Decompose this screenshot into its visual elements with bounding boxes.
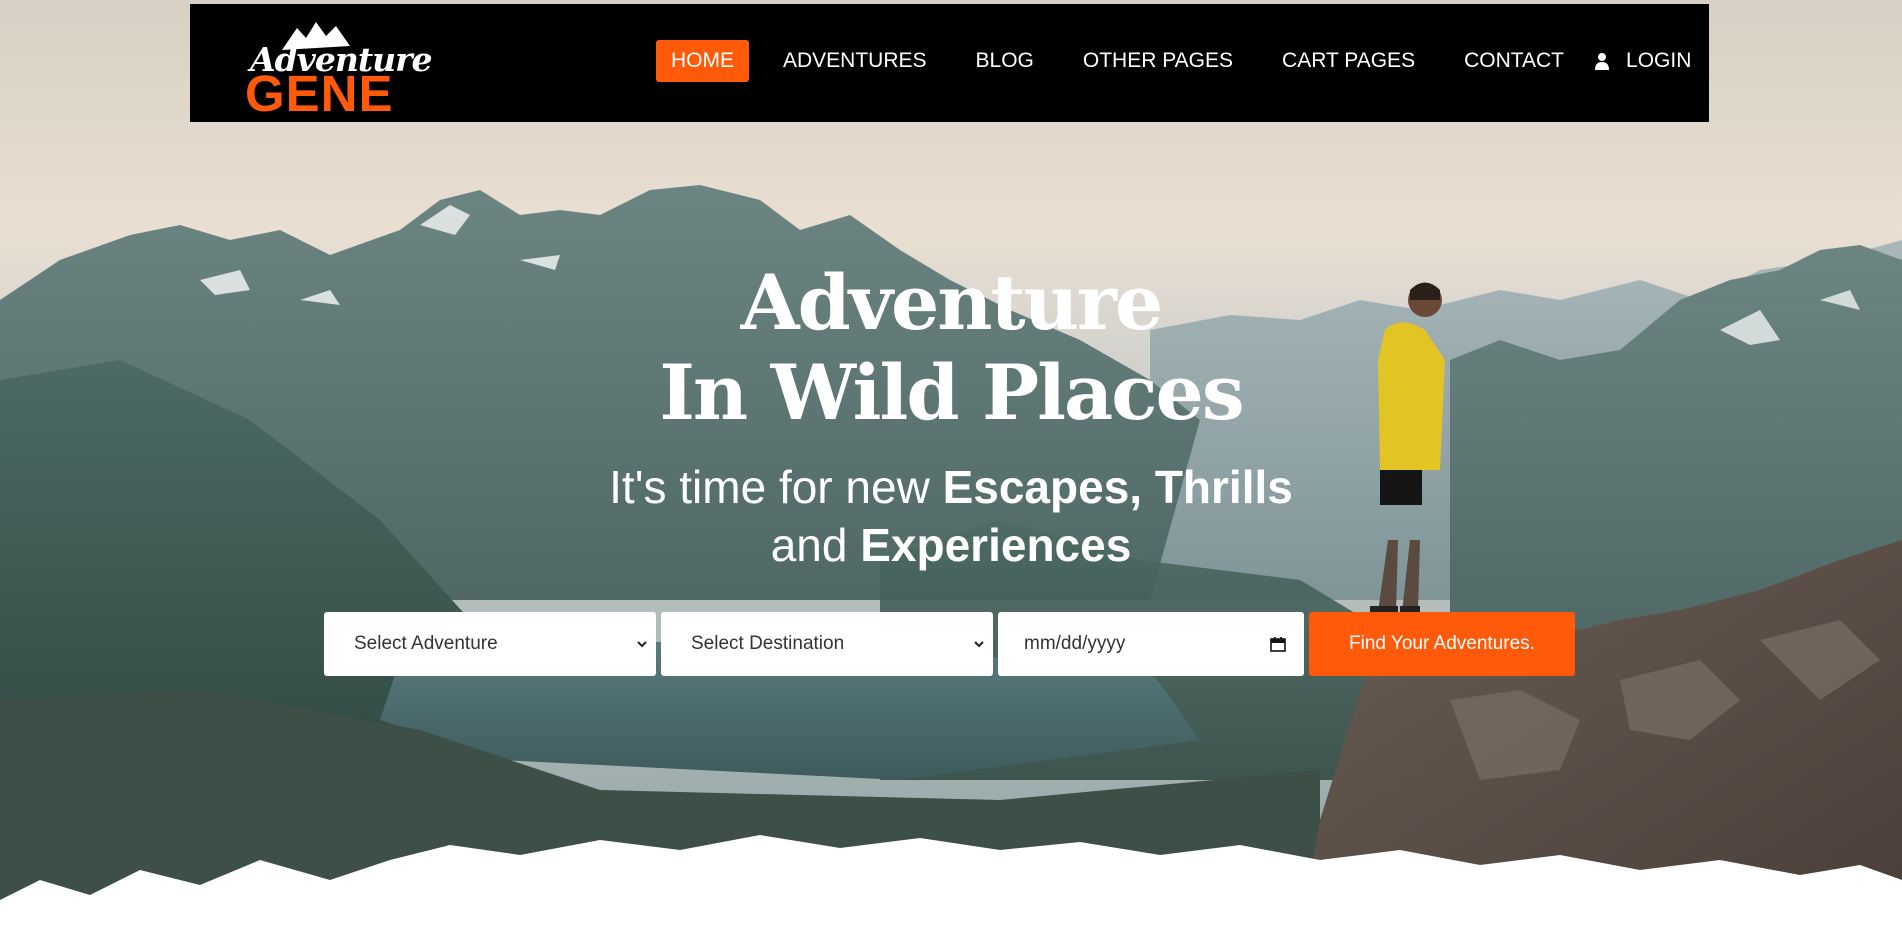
main-nav: HOME ADVENTURES BLOG OTHER PAGES CART PA…	[656, 40, 1691, 82]
adventure-select-value: Select Adventure	[354, 633, 498, 654]
subtitle-part1: It's time for new	[609, 461, 943, 513]
nav-item-home[interactable]: HOME	[656, 40, 749, 82]
date-placeholder: mm/dd/yyyy	[1024, 633, 1126, 654]
hero-title: Adventure In Wild Places	[0, 258, 1902, 438]
adventure-select[interactable]: Select Adventure	[324, 612, 656, 676]
destination-select-value: Select Destination	[691, 633, 845, 654]
nav-item-adventures[interactable]: ADVENTURES	[768, 40, 942, 82]
date-input[interactable]: mm/dd/yyyy	[998, 612, 1304, 676]
hero-subtitle: It's time for new Escapes, Thrills and E…	[0, 458, 1902, 574]
logo[interactable]: Adventure GENE	[242, 16, 432, 122]
nav-item-blog[interactable]: BLOG	[961, 40, 1049, 82]
calendar-icon[interactable]	[1270, 636, 1286, 652]
logo-text-bottom: GENE	[245, 65, 394, 122]
nav-item-cart-pages[interactable]: CART PAGES	[1267, 40, 1430, 82]
nav-item-contact[interactable]: CONTACT	[1449, 40, 1579, 82]
adventure-search-form: Select Adventure Select Destination mm/d…	[324, 612, 1575, 676]
hero-title-line1: Adventure	[740, 258, 1164, 347]
user-icon	[1595, 52, 1610, 70]
login-label: LOGIN	[1626, 49, 1692, 72]
chevron-down-icon	[974, 641, 984, 648]
chevron-down-icon	[637, 641, 647, 648]
hero-section: Adventure GENE HOME ADVENTURES BLOG OTHE…	[0, 0, 1902, 928]
destination-select[interactable]: Select Destination	[661, 612, 993, 676]
nav-item-login[interactable]: LOGIN	[1580, 40, 1691, 82]
subtitle-bold1: Escapes, Thrills	[942, 461, 1293, 513]
hero-title-line2: In Wild Places	[659, 348, 1244, 437]
subtitle-part2: and	[770, 519, 861, 571]
find-adventures-button[interactable]: Find Your Adventures.	[1309, 612, 1575, 676]
site-header: Adventure GENE HOME ADVENTURES BLOG OTHE…	[190, 4, 1709, 122]
nav-item-other-pages[interactable]: OTHER PAGES	[1068, 40, 1248, 82]
subtitle-bold2: Experiences	[860, 519, 1132, 571]
